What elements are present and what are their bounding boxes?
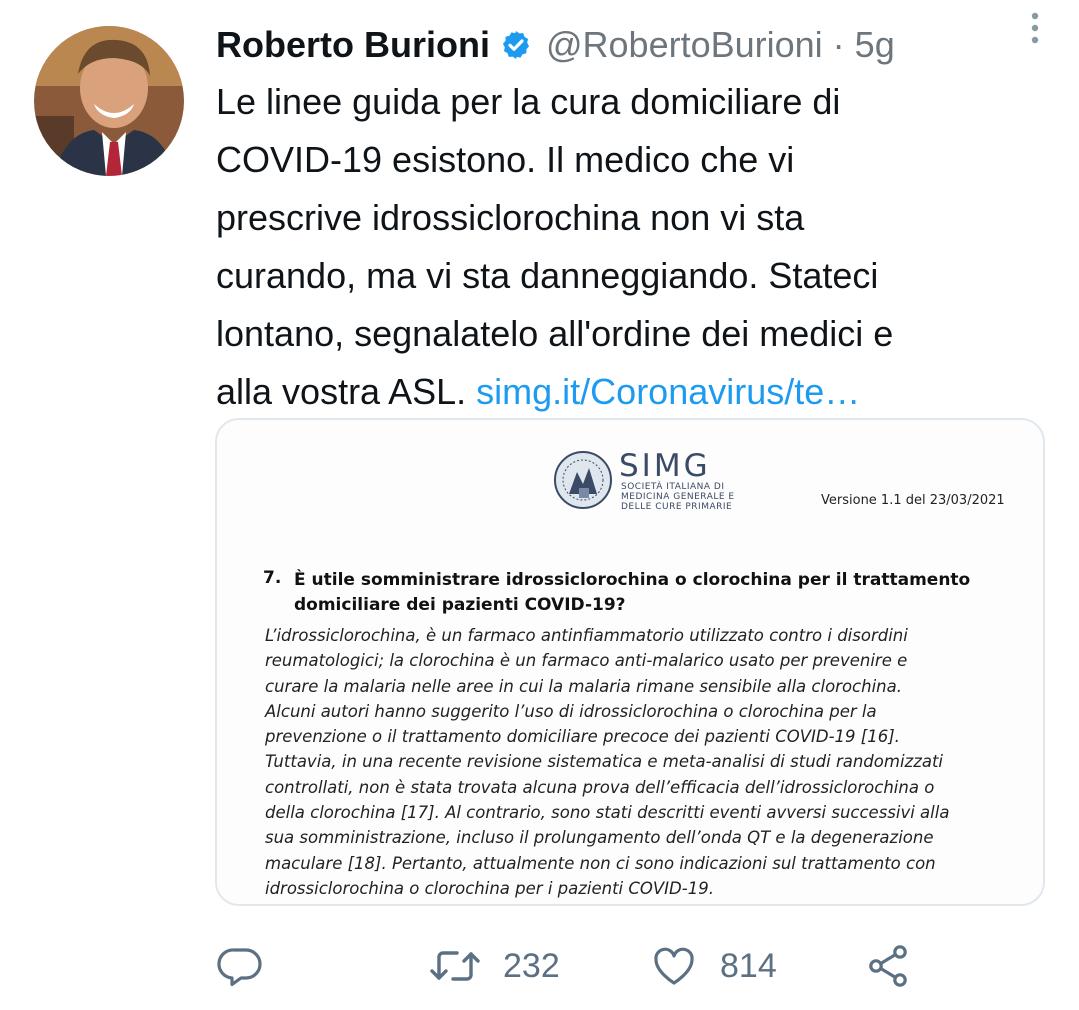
tweet-time[interactable]: 5g: [855, 24, 895, 66]
tweet-line: Le linee guida per la cura domiciliare d…: [216, 81, 841, 122]
retweet-count: 232: [503, 946, 560, 985]
tweet-line-text: alla vostra ASL.: [216, 371, 467, 412]
simg-logo-icon: [553, 450, 613, 510]
question-number: 7.: [263, 568, 282, 588]
tweet-line-last: alla vostra ASL. simg.it/Coronavirus/te…: [216, 363, 1036, 421]
body-line: prevenzione o il trattamento domiciliare…: [265, 727, 900, 747]
org-subtitle: Società Italiana di Medicina Generale e …: [621, 482, 735, 512]
reply-icon: [216, 942, 264, 990]
share-icon: [864, 942, 912, 990]
body-line: Tuttavia, in una recente revisione siste…: [265, 752, 944, 772]
separator: ·: [832, 24, 845, 65]
retweet-icon: [429, 942, 481, 990]
tweet-header: Roberto Burioni @RobertoBurioni · 5g: [216, 20, 1059, 70]
author-name[interactable]: Roberto Burioni: [216, 24, 490, 66]
reply-button[interactable]: [216, 938, 264, 994]
more-vertical-icon[interactable]: [1025, 8, 1045, 48]
body-line: sua somministrazione, incluso il prolung…: [265, 828, 934, 848]
like-count: 814: [720, 946, 777, 985]
author-handle[interactable]: @RobertoBurioni: [546, 24, 823, 66]
body-line: L’idrossiclorochina, è un farmaco antinf…: [265, 626, 908, 645]
body-line: controllati, non è stata trovata alcuna …: [265, 777, 935, 797]
tweet-text: Le linee guida per la cura domiciliare d…: [216, 73, 1036, 421]
tweet-link[interactable]: simg.it/Coronavirus/te…: [476, 371, 860, 412]
action-bar: 232 814: [216, 938, 936, 994]
tweet-line: COVID-19 esistono. Il medico che vi: [216, 139, 795, 180]
document-body: L’idrossiclorochina, è un farmaco antinf…: [265, 623, 1025, 901]
document-page: SIMG Società Italiana di Medicina Genera…: [217, 420, 1043, 904]
retweet-button[interactable]: 232: [429, 938, 560, 994]
avatar-photo: [34, 26, 184, 176]
tweet-line: lontano, segnalatelo all'ordine dei medi…: [216, 313, 894, 354]
like-button[interactable]: 814: [650, 938, 777, 994]
verified-badge-icon: [500, 29, 532, 61]
avatar[interactable]: [34, 26, 184, 176]
document-version: Versione 1.1 del 23/03/2021: [821, 493, 1005, 508]
body-line: Alcuni autori hanno suggerito l’uso di i…: [265, 701, 877, 721]
question-title: È utile somministrare idrossiclorochina …: [294, 570, 971, 615]
heart-icon: [650, 942, 698, 990]
body-line: della clorochina [17]. Al contrario, son…: [265, 803, 950, 823]
body-line: reumatologici; la clorochina è un farmac…: [265, 651, 908, 671]
body-line: curare la malaria nelle aree in cui la m…: [265, 676, 902, 696]
body-line: idrossiclorochina o clorochina per i paz…: [265, 878, 714, 898]
share-button[interactable]: [864, 938, 912, 994]
media-image[interactable]: SIMG Società Italiana di Medicina Genera…: [215, 418, 1045, 906]
tweet-line: curando, ma vi sta danneggiando. Stateci: [216, 255, 879, 296]
body-line: maculare [18]. Pertanto, attualmente non…: [265, 853, 936, 873]
tweet-line: prescrive idrossiclorochina non vi sta: [216, 197, 805, 238]
org-name: SIMG: [619, 448, 711, 484]
